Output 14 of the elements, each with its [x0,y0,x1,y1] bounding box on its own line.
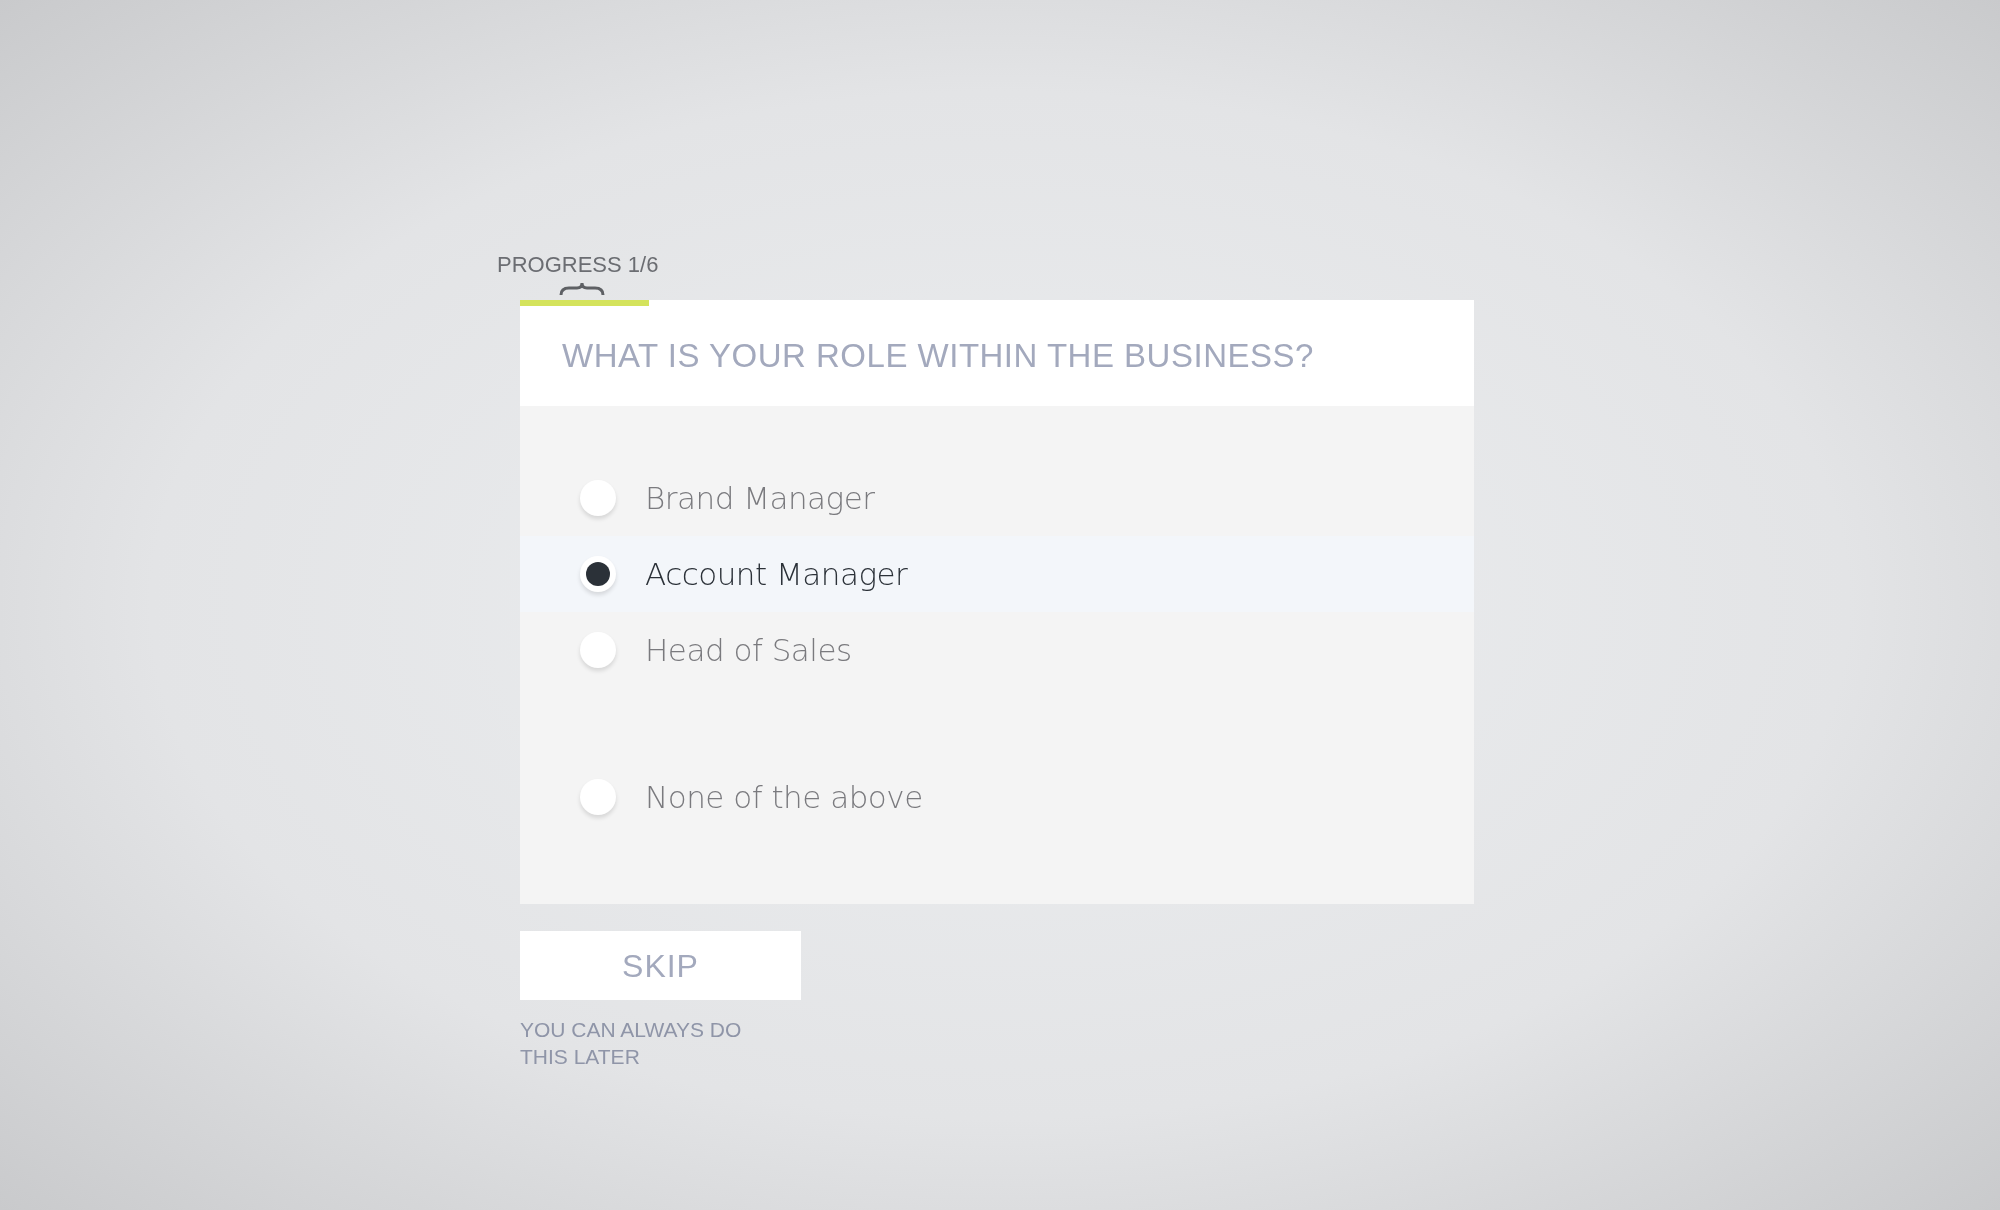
skip-button[interactable]: SKIP [520,931,801,1000]
option-label: None of the above [645,777,923,817]
radio-button[interactable] [580,556,616,592]
option-label: Brand Manager [645,478,875,518]
answer-option[interactable]: Account Manager [520,536,1474,612]
progress-label: PROGRESS 1/6 [497,251,659,279]
option-label: Account Manager [645,554,908,594]
brace-icon [559,282,605,296]
skip-note: YOU CAN ALWAYS DO THIS LATER [520,1017,743,1070]
question-title: WHAT IS YOUR ROLE WITHIN THE BUSINESS? [562,336,1314,377]
radio-button[interactable] [580,779,616,815]
radio-button[interactable] [580,632,616,668]
radio-button[interactable] [580,480,616,516]
option-label: Head of Sales [645,630,852,670]
